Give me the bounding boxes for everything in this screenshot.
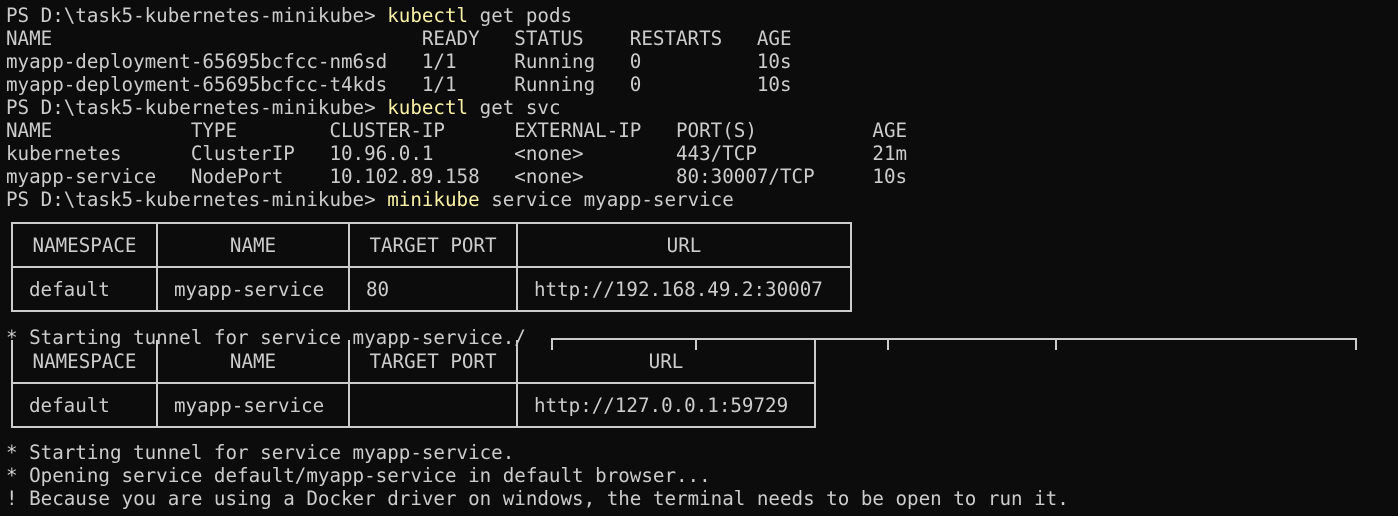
header-namespace: NAMESPACE xyxy=(11,339,158,384)
cell-target-port: 80 xyxy=(348,266,518,312)
header-name: NAME xyxy=(156,222,350,268)
header-target-port: TARGET PORT xyxy=(348,339,518,384)
border-fragment xyxy=(1355,338,1357,350)
header-url: URL xyxy=(516,222,852,268)
command-name: kubectl xyxy=(387,4,469,27)
header-name: NAME xyxy=(156,339,350,384)
command-args: get pods xyxy=(468,4,573,27)
cell-target-port xyxy=(348,382,518,428)
command-name: minikube xyxy=(387,188,480,211)
pods-table-row: myapp-deployment-65695bcfcc-t4kds 1/1 Ru… xyxy=(6,73,792,96)
svc-table-row: kubernetes ClusterIP 10.96.0.1 <none> 44… xyxy=(6,142,908,165)
command-name: kubectl xyxy=(387,96,469,119)
terminal-window[interactable]: PS D:\task5-kubernetes-minikube> kubectl… xyxy=(0,0,1398,516)
header-namespace: NAMESPACE xyxy=(11,222,158,268)
prompt-line-minikube-service: PS D:\task5-kubernetes-minikube> minikub… xyxy=(6,188,734,211)
table-row: default myapp-service http://127.0.0.1:5… xyxy=(11,382,816,428)
message-line: * Opening service default/myapp-service … xyxy=(6,464,711,487)
header-target-port: TARGET PORT xyxy=(348,222,518,268)
border-fragment xyxy=(887,338,889,350)
tunnel-url-table: NAMESPACE NAME TARGET PORT URL default m… xyxy=(11,339,816,428)
command-args: get svc xyxy=(468,96,561,119)
message-line: * Starting tunnel for service myapp-serv… xyxy=(6,441,515,464)
prompt-line-get-svc: PS D:\task5-kubernetes-minikube> kubectl… xyxy=(6,96,561,119)
prompt: PS D:\task5-kubernetes-minikube> xyxy=(6,96,388,119)
cell-name: myapp-service xyxy=(156,266,350,312)
table-header-row: NAMESPACE NAME TARGET PORT URL xyxy=(11,339,816,384)
cell-namespace: default xyxy=(11,382,158,428)
prompt-line-get-pods: PS D:\task5-kubernetes-minikube> kubectl… xyxy=(6,4,572,27)
cell-url[interactable]: http://127.0.0.1:59729 xyxy=(516,382,816,428)
pods-table-header: NAME READY STATUS RESTARTS AGE xyxy=(6,27,792,50)
svc-table-row: myapp-service NodePort 10.102.89.158 <no… xyxy=(6,165,908,188)
prompt: PS D:\task5-kubernetes-minikube> xyxy=(6,188,388,211)
service-url-table: NAMESPACE NAME TARGET PORT URL default m… xyxy=(11,222,852,312)
pods-table-row: myapp-deployment-65695bcfcc-nm6sd 1/1 Ru… xyxy=(6,50,792,73)
table-header-row: NAMESPACE NAME TARGET PORT URL xyxy=(11,222,852,268)
svc-table-header: NAME TYPE CLUSTER-IP EXTERNAL-IP PORT(S)… xyxy=(6,119,908,142)
prompt: PS D:\task5-kubernetes-minikube> xyxy=(6,4,388,27)
table-row: default myapp-service 80 http://192.168.… xyxy=(11,266,852,312)
command-args: service myapp-service xyxy=(479,188,734,211)
message-line: ! Because you are using a Docker driver … xyxy=(6,487,1069,510)
cell-namespace: default xyxy=(11,266,158,312)
cell-name: myapp-service xyxy=(156,382,350,428)
border-fragment xyxy=(1055,338,1057,350)
header-url: URL xyxy=(516,339,816,384)
cell-url[interactable]: http://192.168.49.2:30007 xyxy=(516,266,852,312)
